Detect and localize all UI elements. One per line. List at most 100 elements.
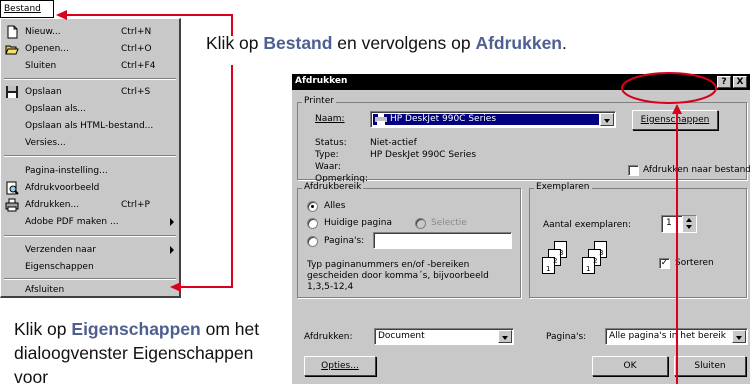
print-dialog: Afdrukken ? X Printer Naam: HP DeskJet 9… [291,73,750,384]
dialog-title: Afdrukken [295,76,348,86]
menu-item-label: Sluiten [25,61,57,71]
radio-all-label: Alles [324,201,346,211]
pages-input[interactable] [373,232,512,249]
pages-select-value: Alle pagina's in het bereik [609,331,726,341]
status-value: Niet-actief [370,138,417,148]
svg-text:3: 3 [599,249,603,257]
menu-item-shortcut: Ctrl+O [121,44,152,54]
dropdown-arrow-icon[interactable] [600,113,614,126]
menu-item-adobe-pdf[interactable]: Adobe PDF maken ... [2,214,178,230]
floppy-disk-icon [5,85,19,99]
print-what-value: Document [378,331,425,341]
menu-item-label: Opslaan als HTML-bestand... [25,121,154,131]
print-what-select[interactable]: Document [374,328,514,345]
menu-item-nieuw[interactable]: Nieuw... Ctrl+N [2,24,178,40]
menu-item-opslaan-als-html[interactable]: Opslaan als HTML-bestand... [2,118,178,134]
cancel-button[interactable]: Sluiten [674,356,746,376]
radio-all[interactable] [307,201,318,212]
options-button-label: Opties... [321,361,359,371]
printer-icon [5,198,19,212]
submenu-arrow-icon [170,246,174,254]
menu-item-versies[interactable]: Versies... [2,135,178,151]
pages-select-label: Pagina's: [546,332,587,342]
printer-name-select[interactable]: HP DeskJet 990C Series [370,111,616,128]
properties-button[interactable]: Eigenschappen [632,110,718,130]
printer-group: Printer Naam: HP DeskJet 990C Series Eig… [297,96,750,184]
close-button[interactable]: X [733,76,747,88]
svg-text:3: 3 [559,249,563,257]
menubar-bestand[interactable]: Bestand [0,0,54,18]
menu-item-label: Pagina-instelling... [25,166,108,176]
caption-highlight-eigenschappen: Eigenschappen [71,319,201,339]
print-to-file-label: Afdrukken naar bestand [643,165,750,175]
menu-item-label: Versies... [25,138,66,148]
caption-top-text: en vervolgens op [332,33,476,53]
help-button[interactable]: ? [717,76,731,88]
menu-item-verzenden-naar[interactable]: Verzenden naar [2,242,178,258]
submenu-arrow-icon [170,218,174,226]
menu-item-label: Adobe PDF maken ... [25,217,119,227]
caption-bottom-text: Klik op [14,319,72,339]
menu-item-afdrukken[interactable]: Afdrukken... Ctrl+P [2,197,178,213]
type-label: Type: [315,150,339,160]
menu-item-sluiten[interactable]: Sluiten Ctrl+F4 [2,58,178,74]
caption-top: Klik op Bestand en vervolgens op Afdrukk… [206,33,567,54]
radio-pages[interactable] [307,236,318,247]
print-range-group-label: Afdrukbereik [302,182,364,192]
menu-item-afdrukvoorbeeld[interactable]: Afdrukvoorbeeld [2,180,178,196]
menu-separator [4,235,176,237]
printer-name-value: HP DeskJet 990C Series [390,114,497,124]
menu-item-openen[interactable]: Openen... Ctrl+O [2,41,178,57]
caption-highlight-afdrukken: Afdrukken [475,33,562,53]
options-button[interactable]: Opties... [304,356,376,376]
menu-item-shortcut: Ctrl+S [121,87,151,97]
menu-item-shortcut: Ctrl+N [121,27,152,37]
print-preview-icon [5,181,19,195]
spinner-arrows-icon[interactable] [682,216,696,232]
menu-item-label: Afdrukken... [25,200,80,210]
print-what-label: Afdrukken: [304,332,353,342]
menu-item-eigenschappen[interactable]: Eigenschappen [2,259,178,275]
print-to-file-checkbox[interactable] [628,165,639,176]
menu-separator [4,78,176,80]
ok-button[interactable]: OK [592,356,668,376]
menu-item-label: Afdrukvoorbeeld [25,183,100,193]
menu-item-label: Verzenden naar [25,245,96,255]
menu-separator [4,278,176,280]
radio-selection[interactable] [415,218,426,229]
menu-item-label: Afsluiten [25,285,65,295]
dialog-titlebar: Afdrukken ? X [292,74,750,90]
menu-item-label: Nieuw... [25,27,61,37]
status-label: Status: [315,138,347,148]
copies-group-label: Exemplaren [534,182,592,192]
menu-separator [4,155,176,157]
type-value: HP DeskJet 990C Series [370,150,477,160]
menu-item-pagina-instelling[interactable]: Pagina-instelling... [2,163,178,179]
svg-text:1: 1 [546,265,550,273]
radio-pages-label: Pagina's: [324,236,365,246]
page-range-hint: Typ paginanummers en/of -bereiken gesche… [307,260,489,292]
printer-name-label: Naam: [315,114,345,124]
caption-bottom: Klik op Eigenschappen om het dialoogvens… [14,317,274,384]
collate-label: Sorteren [675,258,714,268]
dropdown-arrow-icon[interactable] [498,330,512,343]
open-folder-icon [5,42,19,56]
menu-item-afsluiten[interactable]: Afsluiten [2,282,178,298]
menubar-bestand-label: Bestand [4,4,41,14]
copies-count-value: 1 [666,218,672,228]
copies-spinner[interactable]: 1 [661,215,697,233]
radio-current-page[interactable] [307,218,318,229]
pages-select[interactable]: Alle pagina's in het bereik [605,328,748,345]
where-label: Waar: [315,162,341,172]
dropdown-arrow-icon[interactable] [732,330,746,343]
copies-count-label: Aantal exemplaren: [543,220,632,230]
menu-item-opslaan[interactable]: Opslaan Ctrl+S [2,84,178,100]
caption-top-text: . [562,33,567,53]
menu-item-opslaan-als[interactable]: Opslaan als... [2,101,178,117]
printer-group-label: Printer [302,96,336,106]
properties-button-label: Eigenschappen [640,115,710,125]
copies-group: Exemplaren Aantal exemplaren: 1 321 321 … [529,182,747,298]
menu-item-label: Eigenschappen [25,262,94,272]
menu-item-label: Openen... [25,44,69,54]
collate-checkbox[interactable]: ✓ [659,258,670,269]
